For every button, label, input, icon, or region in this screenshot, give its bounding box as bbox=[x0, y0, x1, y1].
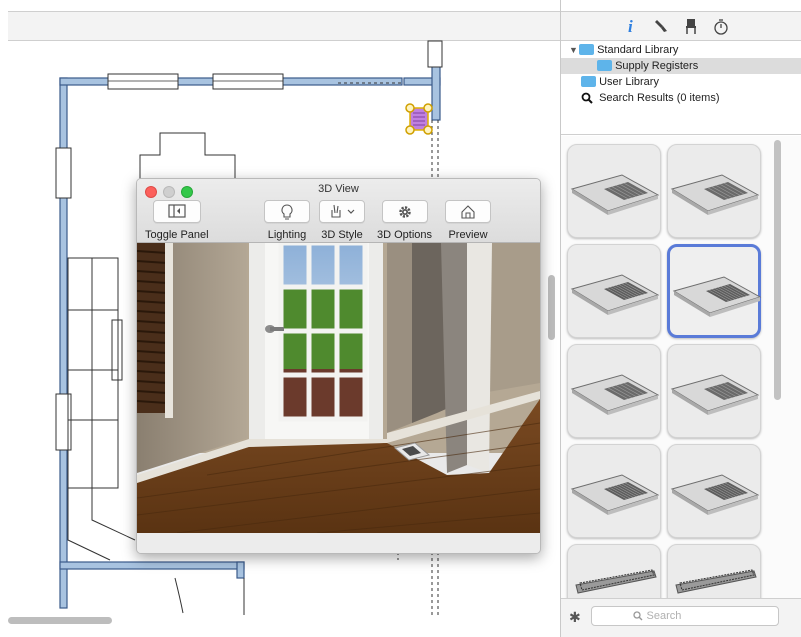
library-item-tile[interactable] bbox=[667, 444, 761, 538]
supply-register-thumbnail bbox=[672, 276, 762, 317]
supply-register-thumbnail bbox=[670, 474, 760, 515]
supply-register-thumbnail bbox=[670, 174, 760, 215]
search-icon bbox=[633, 611, 643, 621]
supply-register-thumbnail bbox=[570, 474, 660, 515]
3d-style-label: 3D Style bbox=[321, 229, 363, 241]
lightbulb-icon bbox=[281, 204, 293, 220]
search-input[interactable] bbox=[646, 610, 737, 622]
3d-style-button[interactable] bbox=[319, 200, 365, 223]
paint-brushes-icon bbox=[331, 204, 355, 218]
window-status-bar bbox=[137, 533, 540, 553]
3d-options-tool[interactable]: 3D Options bbox=[377, 200, 432, 241]
sidebar-toggle-icon bbox=[168, 204, 186, 218]
lighting-tool[interactable]: Lighting bbox=[264, 200, 310, 241]
folder-icon bbox=[581, 75, 596, 87]
tree-item-user-library[interactable]: User Library bbox=[561, 74, 801, 90]
info-icon[interactable]: i bbox=[621, 16, 641, 36]
gear-icon bbox=[398, 206, 411, 218]
supply-register-thumbnail bbox=[575, 569, 657, 594]
chair-icon[interactable] bbox=[681, 16, 701, 36]
horizontal-scrollbar[interactable] bbox=[8, 617, 112, 624]
folder-icon bbox=[597, 59, 612, 71]
tree-item-label: Supply Registers bbox=[615, 60, 699, 72]
gear-icon[interactable]: ✱ bbox=[569, 609, 581, 626]
supply-register-thumbnail bbox=[570, 374, 660, 415]
toggle-panel-tool[interactable]: Toggle Panel bbox=[145, 200, 209, 241]
disclosure-triangle-icon[interactable]: ▼ bbox=[569, 42, 579, 58]
supply-register-thumbnail bbox=[670, 374, 760, 415]
3d-rendered-scene[interactable] bbox=[137, 243, 540, 533]
3d-options-button[interactable] bbox=[381, 200, 428, 223]
library-item-tile[interactable] bbox=[567, 544, 661, 598]
toggle-panel-label: Toggle Panel bbox=[145, 229, 209, 241]
library-item-tile[interactable] bbox=[667, 244, 762, 338]
preview-label: Preview bbox=[448, 229, 488, 241]
supply-register-thumbnail bbox=[570, 174, 660, 215]
library-tree: ▼ Standard Library Supply Registers User… bbox=[561, 42, 801, 135]
brush-icon[interactable] bbox=[651, 16, 671, 36]
lighting-button[interactable] bbox=[264, 200, 310, 223]
search-field[interactable] bbox=[591, 606, 779, 626]
library-item-tile[interactable] bbox=[567, 444, 661, 538]
folder-icon bbox=[579, 43, 594, 55]
library-item-tile[interactable] bbox=[567, 244, 661, 338]
library-item-tile[interactable] bbox=[567, 344, 661, 438]
library-item-tile[interactable] bbox=[667, 544, 761, 598]
preview-button[interactable] bbox=[445, 200, 491, 223]
3d-view-window[interactable]: 3D View Toggle Panel Lighting 3D Style 3… bbox=[136, 178, 541, 554]
tree-item-label: User Library bbox=[599, 76, 659, 88]
library-item-tile[interactable] bbox=[567, 144, 661, 238]
tree-item-label: Standard Library bbox=[597, 44, 679, 56]
timer-icon[interactable] bbox=[711, 16, 731, 36]
panel-tab-bar: i bbox=[561, 11, 801, 41]
svg-text:i: i bbox=[628, 17, 633, 36]
supply-register-thumbnail bbox=[675, 569, 757, 594]
library-item-tile[interactable] bbox=[667, 144, 761, 238]
supply-register-thumbnail bbox=[570, 274, 660, 315]
library-panel: i ▼ Standard Library Supply Registers Us… bbox=[560, 0, 801, 637]
3d-options-label: 3D Options bbox=[377, 229, 433, 241]
tree-item-supply-registers[interactable]: Supply Registers bbox=[561, 58, 801, 74]
panel-bottom-bar: ✱ bbox=[561, 598, 801, 637]
preview-tool[interactable]: Preview bbox=[445, 200, 491, 241]
tree-item-standard-library[interactable]: ▼ Standard Library bbox=[561, 42, 801, 58]
library-item-tile[interactable] bbox=[667, 344, 761, 438]
magnifier-icon bbox=[581, 90, 596, 106]
window-title: 3D View bbox=[318, 183, 359, 195]
library-item-grid bbox=[561, 136, 801, 598]
3d-style-tool[interactable]: 3D Style bbox=[319, 200, 365, 241]
tree-item-label: Search Results (0 items) bbox=[599, 92, 720, 104]
lighting-label: Lighting bbox=[267, 229, 307, 241]
tree-item-search-results[interactable]: Search Results (0 items) bbox=[561, 90, 801, 106]
vertical-scrollbar[interactable] bbox=[774, 140, 781, 400]
toggle-panel-button[interactable] bbox=[152, 200, 201, 223]
house-icon bbox=[461, 205, 475, 219]
window-titlebar[interactable]: 3D View Toggle Panel Lighting 3D Style 3… bbox=[137, 179, 540, 243]
